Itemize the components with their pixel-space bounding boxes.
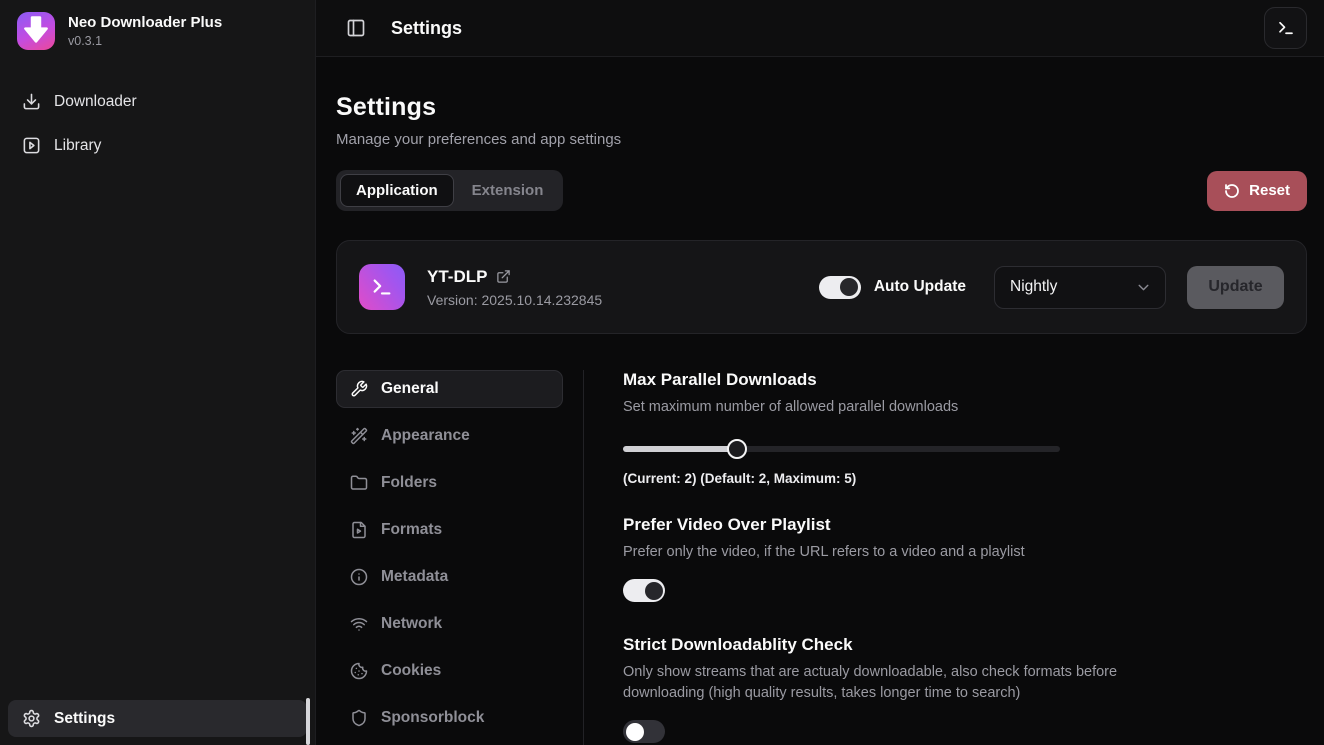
topbar: Settings (316, 0, 1324, 57)
subnav-item-sponsorblock[interactable]: Sponsorblock (336, 699, 563, 737)
toggle-knob (626, 723, 644, 741)
ytdlp-card: YT-DLP Version: 2025.10.14.232845 Auto U… (336, 240, 1307, 334)
setting-title: Max Parallel Downloads (623, 370, 1307, 390)
sidebar-item-downloader[interactable]: Downloader (10, 84, 305, 119)
subnav-label: Metadata (381, 568, 448, 586)
settings-page: Settings Manage your preferences and app… (316, 57, 1324, 745)
sidebar: Neo Downloader Plus v0.3.1 Downloader (0, 0, 316, 745)
setting-strict-downloadability-check: Strict Downloadablity Check Only show st… (623, 635, 1307, 743)
square-play-icon (22, 136, 41, 155)
wrench-icon (350, 380, 368, 398)
rotate-ccw-icon (1224, 183, 1240, 199)
subnav-item-cookies[interactable]: Cookies (336, 652, 563, 690)
ytdlp-name: YT-DLP (427, 267, 487, 287)
settings-subnav: General Appearance (336, 370, 563, 745)
wifi-icon (350, 615, 368, 633)
tab-extension[interactable]: Extension (456, 174, 560, 207)
subnav-label: Folders (381, 474, 437, 492)
prefer-video-toggle[interactable] (623, 579, 665, 602)
settings-panel: Max Parallel Downloads Set maximum numbe… (584, 370, 1307, 745)
app-version: v0.3.1 (68, 34, 222, 48)
subnav-label: Sponsorblock (381, 709, 484, 727)
settings-layout: General Appearance (336, 370, 1307, 745)
gear-icon (22, 709, 41, 728)
setting-description: Prefer only the video, if the URL refers… (623, 542, 1135, 563)
slider-value-text: (Current: 2) (Default: 2, Maximum: 5) (623, 471, 1307, 486)
panel-left-icon[interactable] (346, 18, 366, 38)
subnav-item-appearance[interactable]: Appearance (336, 417, 563, 455)
page-subtitle: Manage your preferences and app settings (336, 131, 1307, 148)
setting-description: Only show streams that are actualy downl… (623, 662, 1135, 703)
app-brand: Neo Downloader Plus v0.3.1 (0, 0, 315, 50)
toggle-knob (645, 582, 663, 600)
max-parallel-slider[interactable] (623, 439, 1060, 459)
app-window: Neo Downloader Plus v0.3.1 Downloader (0, 0, 1324, 745)
setting-title: Prefer Video Over Playlist (623, 515, 1307, 535)
subnav-label: Appearance (381, 427, 470, 445)
terminal-button[interactable] (1264, 7, 1307, 49)
auto-update-label: Auto Update (874, 278, 966, 296)
sidebar-scrollbar-thumb[interactable] (306, 698, 310, 745)
main-area: Settings Settings Manage your preference… (316, 0, 1324, 745)
subnav-label: Network (381, 615, 442, 633)
folder-icon (350, 474, 368, 492)
cookie-icon (350, 662, 368, 680)
topbar-title: Settings (391, 18, 462, 39)
reset-button[interactable]: Reset (1207, 171, 1307, 211)
tab-list: Application Extension (336, 170, 563, 211)
setting-prefer-video-over-playlist: Prefer Video Over Playlist Prefer only t… (623, 515, 1307, 603)
subnav-label: General (381, 380, 439, 398)
setting-description: Set maximum number of allowed parallel d… (623, 397, 1135, 418)
sidebar-nav: Downloader Library (0, 84, 315, 163)
chevron-down-icon (1135, 279, 1152, 296)
sidebar-item-label: Settings (54, 710, 115, 728)
info-icon (350, 568, 368, 586)
slider-fill (623, 446, 737, 452)
wand-sparkles-icon (350, 427, 368, 445)
subnav-item-folders[interactable]: Folders (336, 464, 563, 502)
setting-max-parallel-downloads: Max Parallel Downloads Set maximum numbe… (623, 370, 1307, 486)
update-button[interactable]: Update (1187, 266, 1284, 309)
strict-check-toggle[interactable] (623, 720, 665, 743)
file-video-icon (350, 521, 368, 539)
toggle-knob (840, 278, 858, 296)
sidebar-item-label: Downloader (54, 93, 137, 111)
subnav-item-metadata[interactable]: Metadata (336, 558, 563, 596)
ytdlp-terminal-icon (359, 264, 405, 310)
auto-update-toggle[interactable] (819, 276, 861, 299)
update-channel-select[interactable]: Nightly (994, 266, 1166, 309)
shield-icon (350, 709, 368, 727)
update-channel-value: Nightly (1010, 278, 1057, 296)
app-name: Neo Downloader Plus (68, 14, 222, 31)
external-link-icon[interactable] (496, 269, 511, 284)
app-logo-icon (17, 12, 55, 50)
ytdlp-version: Version: 2025.10.14.232845 (427, 292, 602, 308)
slider-thumb[interactable] (727, 439, 747, 459)
sidebar-item-label: Library (54, 137, 101, 155)
tab-application[interactable]: Application (340, 174, 454, 207)
page-title: Settings (336, 93, 1307, 122)
sidebar-bottom: Settings (0, 692, 315, 745)
sidebar-item-library[interactable]: Library (10, 128, 305, 163)
download-icon (22, 92, 41, 111)
subnav-item-formats[interactable]: Formats (336, 511, 563, 549)
terminal-icon (1277, 19, 1295, 37)
subnav-label: Formats (381, 521, 442, 539)
setting-title: Strict Downloadablity Check (623, 635, 1307, 655)
subnav-item-network[interactable]: Network (336, 605, 563, 643)
subnav-label: Cookies (381, 662, 441, 680)
tabs-row: Application Extension Reset (336, 170, 1307, 211)
subnav-item-general[interactable]: General (336, 370, 563, 408)
reset-label: Reset (1249, 182, 1290, 199)
sidebar-item-settings[interactable]: Settings (8, 700, 307, 737)
